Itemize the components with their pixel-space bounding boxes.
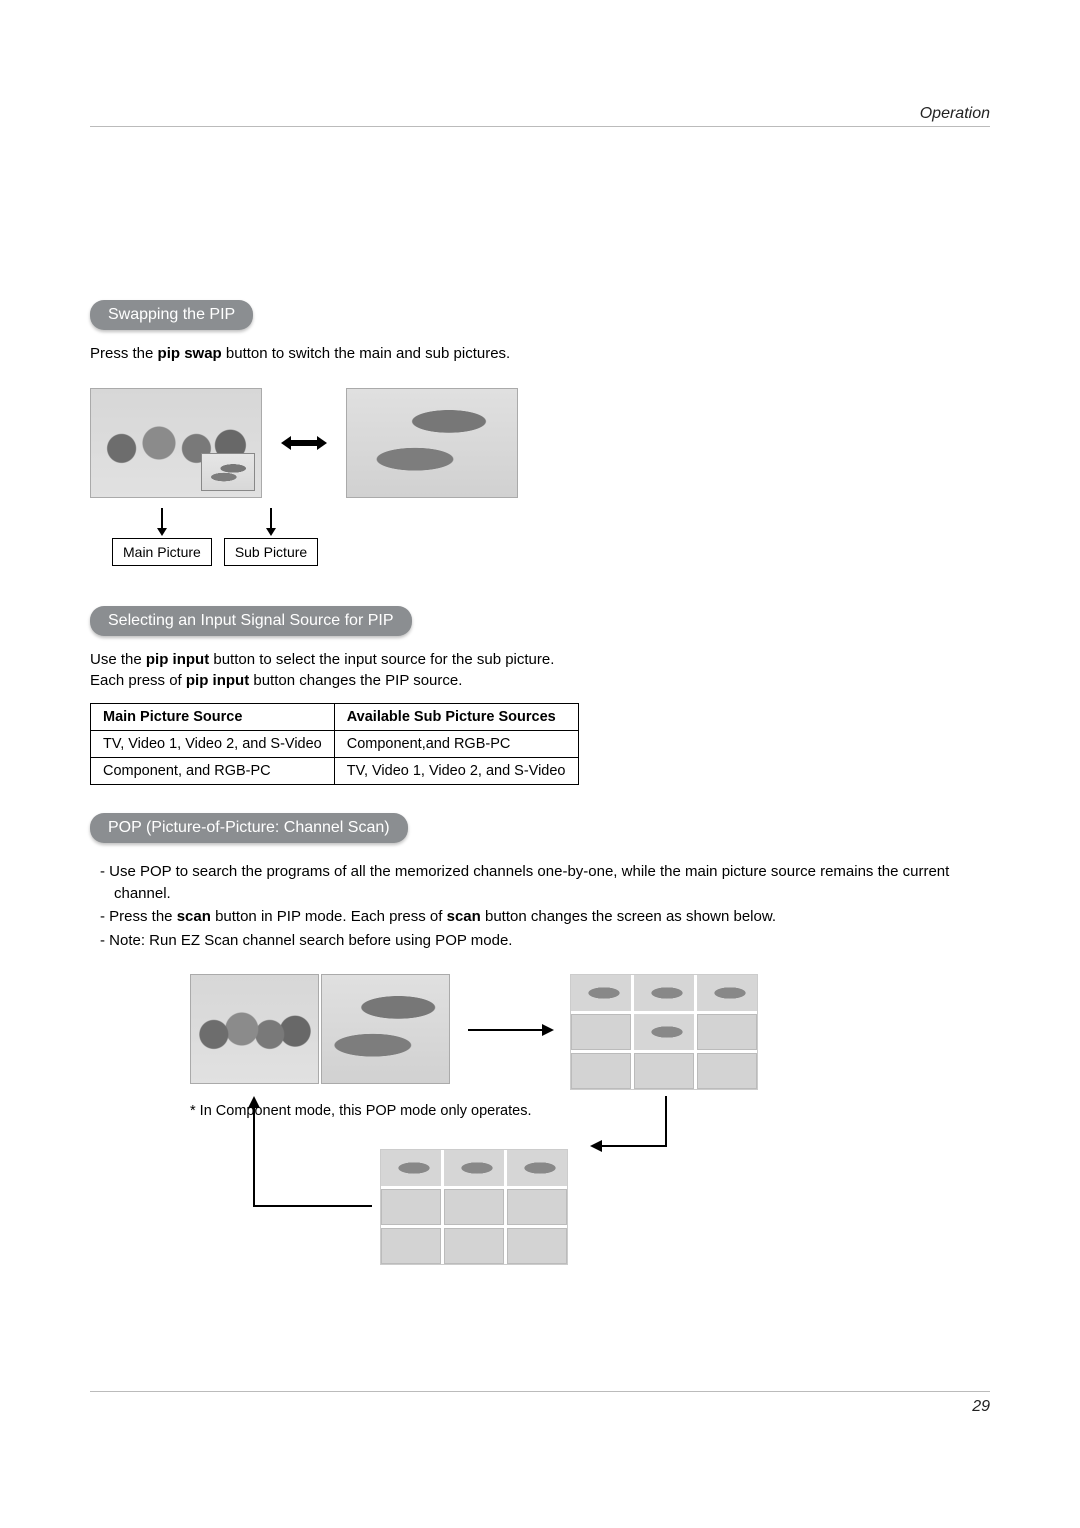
grid-cell: [381, 1228, 441, 1264]
swap-example-row: [90, 388, 990, 498]
grid-cell: [571, 1014, 631, 1050]
main-picture-pointer: Main Picture: [112, 508, 212, 566]
heading-selecting-input: Selecting an Input Signal Source for PIP: [90, 606, 412, 636]
arrow-down-icon: [265, 508, 277, 536]
arrow-right-icon: [468, 1022, 554, 1038]
grid-cell: [697, 975, 757, 1011]
left-half: [190, 974, 319, 1084]
pip-sources-table: Main Picture Source Available Sub Pictur…: [90, 703, 579, 785]
sub-picture-pointer: Sub Picture: [224, 508, 318, 566]
grid-cell: [634, 1053, 694, 1089]
td: TV, Video 1, Video 2, and S-Video: [334, 757, 578, 784]
th-main-source: Main Picture Source: [91, 703, 335, 730]
arrow-path-down-left-icon: [590, 1096, 670, 1154]
grid-cell: [507, 1228, 567, 1264]
pop-stage-2: [570, 974, 758, 1090]
pop-diagram: In Component mode, this POP mode only op…: [190, 974, 990, 1274]
sub-picture-label: Sub Picture: [224, 538, 318, 566]
text: - Press the: [100, 908, 177, 925]
grid-3x3: [570, 974, 758, 1090]
text: button changes the screen as shown below…: [481, 908, 776, 925]
grid-cell: [444, 1150, 504, 1186]
pop-stage-3: [380, 1149, 568, 1265]
pip-input-instruction: Use the pip input button to select the i…: [90, 650, 990, 691]
heading-pop-channel-scan: POP (Picture-of-Picture: Channel Scan): [90, 813, 408, 843]
grid-cell: [697, 1053, 757, 1089]
text: Use the: [90, 651, 146, 668]
main-picture-label: Main Picture: [112, 538, 212, 566]
text-bold: pip input: [146, 651, 209, 668]
header-rule: [90, 126, 990, 127]
text: Each press of: [90, 672, 186, 689]
table-row: TV, Video 1, Video 2, and S-Video Compon…: [91, 730, 579, 757]
pip-inset-thumbnail: [201, 453, 255, 491]
grid-cell: [381, 1189, 441, 1225]
text: Press the: [90, 345, 158, 362]
text: button changes the PIP source.: [249, 672, 462, 689]
dolphins-thumbnail: [347, 389, 517, 497]
grid-cell: [444, 1228, 504, 1264]
example-main-picture: [90, 388, 262, 498]
text-bold: scan: [447, 908, 481, 925]
grid-cell: [571, 975, 631, 1011]
grid-cell: [634, 975, 694, 1011]
text: button to switch the main and sub pictur…: [222, 345, 511, 362]
example-swapped-picture: [346, 388, 518, 498]
page: Operation Swapping the PIP Press the pip…: [0, 0, 1080, 1528]
grid-cell: [571, 1053, 631, 1089]
bullet-2: - Press the scan button in PIP mode. Eac…: [100, 906, 990, 928]
text-bold: scan: [177, 908, 211, 925]
table-row: Main Picture Source Available Sub Pictur…: [91, 703, 579, 730]
td: TV, Video 1, Video 2, and S-Video: [91, 730, 335, 757]
grid-cell: [507, 1150, 567, 1186]
bullet-1: - Use POP to search the programs of all …: [100, 861, 990, 905]
bullet-3: - Note: Run EZ Scan channel search befor…: [100, 930, 990, 952]
footer-rule: [90, 1391, 990, 1392]
right-half: [321, 974, 450, 1084]
td: Component, and RGB-PC: [91, 757, 335, 784]
dolphins-thumbnail: [322, 975, 449, 1083]
content: Swapping the PIP Press the pip swap butt…: [90, 300, 990, 1274]
text: button to select the input source for th…: [209, 651, 554, 668]
people-thumbnail: [191, 975, 318, 1083]
grid-cell: [634, 1014, 694, 1050]
th-sub-sources: Available Sub Picture Sources: [334, 703, 578, 730]
pop-bullets: - Use POP to search the programs of all …: [90, 861, 990, 952]
labels-row: Main Picture Sub Picture: [94, 508, 990, 566]
table-row: Component, and RGB-PC TV, Video 1, Video…: [91, 757, 579, 784]
heading-swapping-pip: Swapping the PIP: [90, 300, 253, 330]
text-bold: pip swap: [158, 345, 222, 362]
text-bold: pip input: [186, 672, 249, 689]
grid-cell: [697, 1014, 757, 1050]
grid-cell: [507, 1189, 567, 1225]
text: button in PIP mode. Each press of: [211, 908, 447, 925]
arrow-path-left-up-icon: [248, 1096, 374, 1214]
swap-instruction: Press the pip swap button to switch the …: [90, 344, 990, 364]
header-section: Operation: [920, 105, 990, 123]
grid-cell: [444, 1189, 504, 1225]
pop-stage-1: [190, 974, 450, 1084]
td: Component,and RGB-PC: [334, 730, 578, 757]
swap-arrows-icon: [280, 433, 328, 453]
grid-3x3: [380, 1149, 568, 1265]
grid-cell: [381, 1150, 441, 1186]
page-number: 29: [972, 1398, 990, 1416]
arrow-down-icon: [156, 508, 168, 536]
